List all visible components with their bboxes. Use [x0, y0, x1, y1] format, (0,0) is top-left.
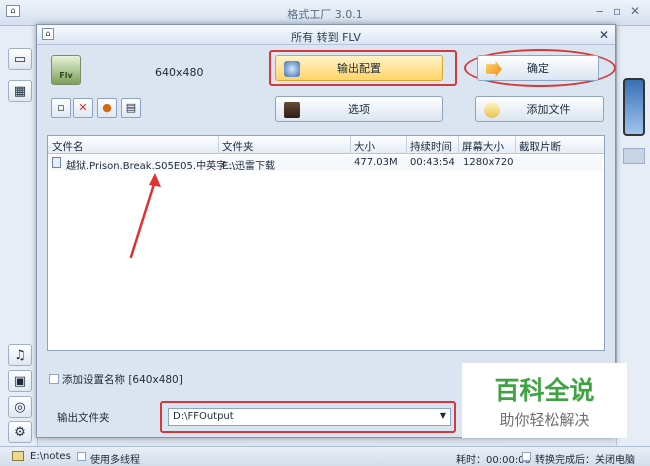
- dialog-title-bar: ⌂ 所有 转到 FLV ✕: [37, 25, 615, 45]
- film-icon[interactable]: ▦: [8, 80, 32, 102]
- dialog-title: 所有 转到 FLV: [291, 31, 361, 44]
- play-icon[interactable]: ●: [97, 98, 117, 118]
- media-info-icon[interactable]: ▤: [121, 98, 141, 118]
- output-folder-value: D:\FFOutput: [173, 411, 234, 422]
- col-divider: [515, 136, 516, 154]
- options-button[interactable]: 选项: [275, 96, 443, 122]
- close-app-icon[interactable]: ✕: [630, 4, 640, 18]
- col-divider: [406, 136, 407, 154]
- phone-device-icon[interactable]: [623, 78, 645, 136]
- remove-file-icon[interactable]: ▫: [51, 98, 71, 118]
- multithread-checkbox[interactable]: [77, 452, 86, 461]
- add-setting-checkbox[interactable]: [49, 374, 59, 384]
- add-file-label: 添加文件: [526, 103, 571, 116]
- output-config-button[interactable]: 输出配置: [275, 55, 443, 81]
- col-size[interactable]: 大小: [354, 139, 375, 154]
- col-divider: [458, 136, 459, 154]
- col-screen-size[interactable]: 屏幕大小: [462, 139, 504, 154]
- picture-icon[interactable]: ▣: [8, 370, 32, 392]
- col-clip[interactable]: 截取片断: [519, 139, 561, 154]
- film-strip-icon: [284, 102, 300, 118]
- cell-duration: 00:43:54: [410, 157, 455, 168]
- add-setting-label: 添加设置名称 [640x480]: [62, 374, 183, 386]
- flv-format-icon: Flv: [51, 55, 81, 85]
- left-rail: ▭ ▦ ♫ ▣ ◎ ⚙: [0, 26, 38, 446]
- gear-icon: [284, 61, 300, 77]
- tools-icon[interactable]: ⚙: [8, 421, 32, 443]
- col-divider: [350, 136, 351, 154]
- app-title-bar: ⌂ 格式工厂 3.0.1 ‒ ▫ ✕: [0, 0, 650, 26]
- cell-filename: 越狱.Prison.Break.S05E05.中英字...: [66, 161, 236, 172]
- confirm-label: 确定: [527, 62, 549, 75]
- col-folder[interactable]: 文件夹: [222, 139, 254, 154]
- dialog-close-icon[interactable]: ✕: [599, 28, 609, 42]
- elapsed-time: 耗时：00:00:00: [456, 455, 531, 466]
- output-folder-label: 输出文件夹: [57, 412, 110, 424]
- status-bar: E:\notes 使用多线程 耗时：00:00:00 转换完成后：关闭电脑: [0, 446, 650, 466]
- annotation-arrow: [129, 173, 161, 259]
- add-file-icon: [484, 102, 500, 118]
- clear-list-icon[interactable]: ✕: [73, 98, 93, 118]
- music-icon[interactable]: ♫: [8, 344, 32, 366]
- shutdown-checkbox[interactable]: [522, 452, 531, 461]
- chevron-down-icon[interactable]: ▼: [440, 411, 446, 420]
- arrow-right-icon: [486, 61, 502, 77]
- output-config-label: 输出配置: [337, 62, 381, 75]
- video-file-icon: [52, 157, 61, 168]
- app-title: 格式工厂 3.0.1: [287, 8, 363, 21]
- restore-icon[interactable]: ▫: [613, 4, 621, 18]
- table-header: 文件名 文件夹 大小 持续时间 屏幕大小 截取片断: [48, 136, 604, 154]
- table-row[interactable]: 越狱.Prison.Break.S05E05.中英字... E:\迅雷下载 47…: [50, 156, 602, 172]
- multithread-label: 使用多线程: [90, 455, 140, 466]
- add-file-button[interactable]: 添加文件: [475, 96, 604, 122]
- col-filename[interactable]: 文件名: [52, 139, 84, 154]
- watermark: 百科全说 助你轻松解决: [462, 363, 627, 438]
- after-convert-label: 转换完成后：关闭电脑: [535, 455, 635, 466]
- col-duration[interactable]: 持续时间: [410, 139, 452, 154]
- watermark-subtitle: 助你轻松解决: [499, 411, 590, 429]
- options-label: 选项: [348, 103, 370, 116]
- status-path[interactable]: E:\notes: [30, 451, 71, 462]
- folder-icon[interactable]: [12, 451, 24, 461]
- cell-size: 477.03M: [354, 157, 398, 168]
- resolution-label: 640x480: [155, 66, 204, 79]
- output-folder-select[interactable]: D:\FFOutput ▼: [168, 408, 451, 426]
- minimize-icon[interactable]: ‒: [596, 4, 604, 18]
- cell-folder: E:\迅雷下载: [222, 161, 276, 172]
- cell-screen-size: 1280x720: [463, 157, 514, 168]
- device-panel: [623, 148, 645, 164]
- disc-icon[interactable]: ◎: [8, 396, 32, 418]
- col-divider: [218, 136, 219, 154]
- confirm-button[interactable]: 确定: [477, 55, 599, 81]
- watermark-title: 百科全说: [494, 376, 595, 405]
- doc-icon[interactable]: ▭: [8, 48, 32, 70]
